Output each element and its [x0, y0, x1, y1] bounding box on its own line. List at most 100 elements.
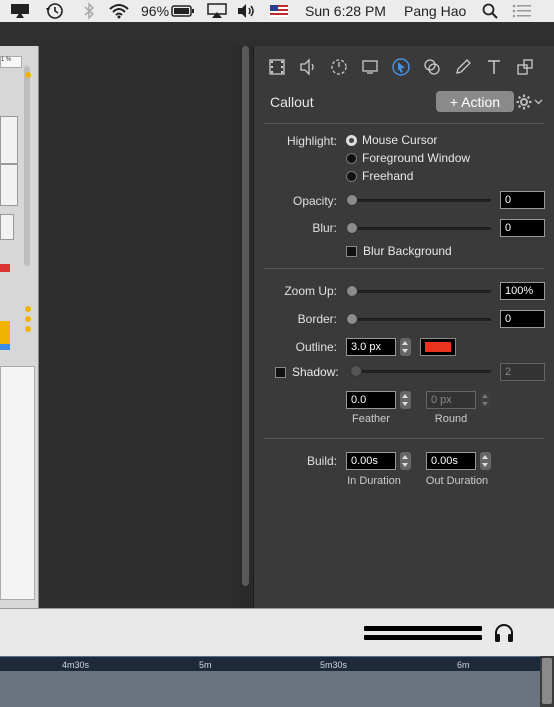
timeline-scrollbar[interactable]	[540, 656, 554, 707]
zoom-label: 1 %	[0, 56, 22, 68]
checkbox[interactable]	[275, 366, 286, 378]
zoom-up-field[interactable]: 100%	[500, 282, 545, 300]
marker-dot	[25, 306, 31, 312]
radio-foreground-window[interactable]: Foreground Window	[346, 151, 470, 165]
text-icon[interactable]	[481, 54, 507, 80]
radio-button[interactable]	[346, 134, 357, 146]
border-slider[interactable]	[346, 313, 491, 325]
gear-menu-button[interactable]	[516, 92, 546, 112]
checkbox[interactable]	[346, 245, 357, 257]
clip-icon[interactable]	[512, 54, 538, 80]
color-fill	[425, 342, 451, 352]
inspector-panel: Callout + Action Highlight: Mouse Cursor…	[253, 46, 554, 608]
divider	[264, 438, 544, 439]
zoom-up-slider[interactable]	[346, 285, 491, 297]
shadow-slider[interactable]	[346, 365, 491, 377]
canvas-vertical-scrollbar[interactable]	[239, 46, 253, 608]
build-label: Build:	[306, 454, 337, 468]
feather-field[interactable]: 0.0	[346, 391, 396, 409]
audio-level-meter	[364, 626, 482, 631]
callout-icon[interactable]	[388, 54, 414, 80]
radio-button[interactable]	[346, 152, 357, 164]
zoom-up-label: Zoom Up:	[284, 284, 337, 298]
user-name[interactable]: Pang Hao	[404, 0, 466, 22]
wifi-icon[interactable]	[108, 0, 130, 22]
checkbox-label: Shadow:	[292, 365, 339, 379]
add-action-button[interactable]: + Action	[436, 91, 514, 112]
opacity-slider[interactable]	[346, 194, 491, 206]
outline-width-field[interactable]: 3.0 px	[346, 338, 396, 356]
out-duration-stepper[interactable]	[480, 452, 491, 470]
inspector-title: Callout	[270, 94, 314, 110]
screen-icon[interactable]	[357, 54, 383, 80]
marker-dot	[25, 72, 31, 78]
ruler-tick: 6m	[457, 660, 470, 670]
volume-icon[interactable]	[236, 0, 256, 22]
time-machine-icon[interactable]	[45, 0, 65, 22]
menu-bar: 96% Sun 6:28 PM Pang Hao	[0, 0, 554, 22]
search-icon[interactable]	[482, 0, 498, 22]
timeline-ruler[interactable]: 4m30s 5m 5m30s 6m	[0, 656, 540, 672]
timeline-track-area[interactable]	[0, 671, 540, 707]
shadow-checkbox[interactable]: Shadow:	[275, 365, 339, 379]
in-duration-field[interactable]: 0.00s	[346, 452, 396, 470]
audio-icon[interactable]	[295, 54, 321, 80]
opacity-field[interactable]: 0	[500, 191, 545, 209]
slider-knob[interactable]	[346, 285, 358, 297]
track-strip	[0, 116, 18, 164]
marker-blue	[0, 344, 10, 350]
opacity-label: Opacity:	[292, 194, 337, 208]
radio-button[interactable]	[346, 170, 357, 182]
battery-icon[interactable]	[171, 0, 195, 22]
round-field[interactable]: 0 px	[426, 391, 476, 409]
option-label: Freehand	[362, 169, 414, 183]
outline-stepper[interactable]	[400, 338, 411, 356]
left-window-partial: 1 %	[0, 46, 39, 608]
airplay-monitor-icon[interactable]	[10, 0, 30, 22]
bluetooth-icon[interactable]	[83, 0, 95, 22]
outline-color-well[interactable]	[420, 338, 456, 356]
record-indicator	[0, 264, 10, 272]
clock[interactable]: Sun 6:28 PM	[305, 0, 386, 22]
headphones-icon[interactable]	[493, 623, 515, 646]
slider-knob[interactable]	[346, 222, 358, 234]
video-icon[interactable]	[264, 54, 290, 80]
scroll-thumb[interactable]	[542, 658, 552, 704]
left-scrollbar[interactable]	[24, 66, 30, 266]
radio-freehand[interactable]: Freehand	[346, 169, 413, 183]
option-label: Mouse Cursor	[362, 133, 438, 147]
scroll-thumb[interactable]	[242, 46, 249, 586]
battery-percent: 96%	[141, 3, 170, 19]
outline-label: Outline:	[295, 340, 337, 354]
blur-slider[interactable]	[346, 222, 491, 234]
border-label: Border:	[297, 312, 337, 326]
airplay-icon[interactable]	[207, 0, 227, 22]
border-field[interactable]: 0	[500, 310, 545, 328]
slider-knob[interactable]	[346, 313, 358, 325]
gear-icon	[516, 94, 532, 110]
visual-effects-icon[interactable]	[419, 54, 445, 80]
animation-icon[interactable]	[326, 54, 352, 80]
track-strip	[0, 214, 14, 240]
notification-center-icon[interactable]	[512, 0, 532, 22]
in-duration-stepper[interactable]	[400, 452, 411, 470]
marker-dot	[25, 326, 31, 332]
annotation-icon[interactable]	[450, 54, 476, 80]
slider-knob[interactable]	[350, 365, 362, 377]
divider	[264, 268, 544, 269]
flag-icon[interactable]	[270, 0, 288, 22]
shadow-field[interactable]: 2	[500, 363, 545, 381]
slider-knob[interactable]	[346, 194, 358, 206]
option-label: Foreground Window	[362, 151, 471, 165]
canvas-area[interactable]	[39, 46, 239, 608]
round-stepper[interactable]	[480, 391, 491, 409]
divider	[264, 123, 544, 124]
radio-mouse-cursor[interactable]: Mouse Cursor	[346, 133, 437, 147]
ruler-tick: 4m30s	[62, 660, 90, 670]
out-duration-field[interactable]: 0.00s	[426, 452, 476, 470]
feather-stepper[interactable]	[400, 391, 411, 409]
feather-caption: Feather	[352, 413, 390, 425]
blur-background-checkbox[interactable]: Blur Background	[346, 244, 452, 258]
round-caption: Round	[434, 413, 468, 425]
blur-field[interactable]: 0	[500, 219, 545, 237]
